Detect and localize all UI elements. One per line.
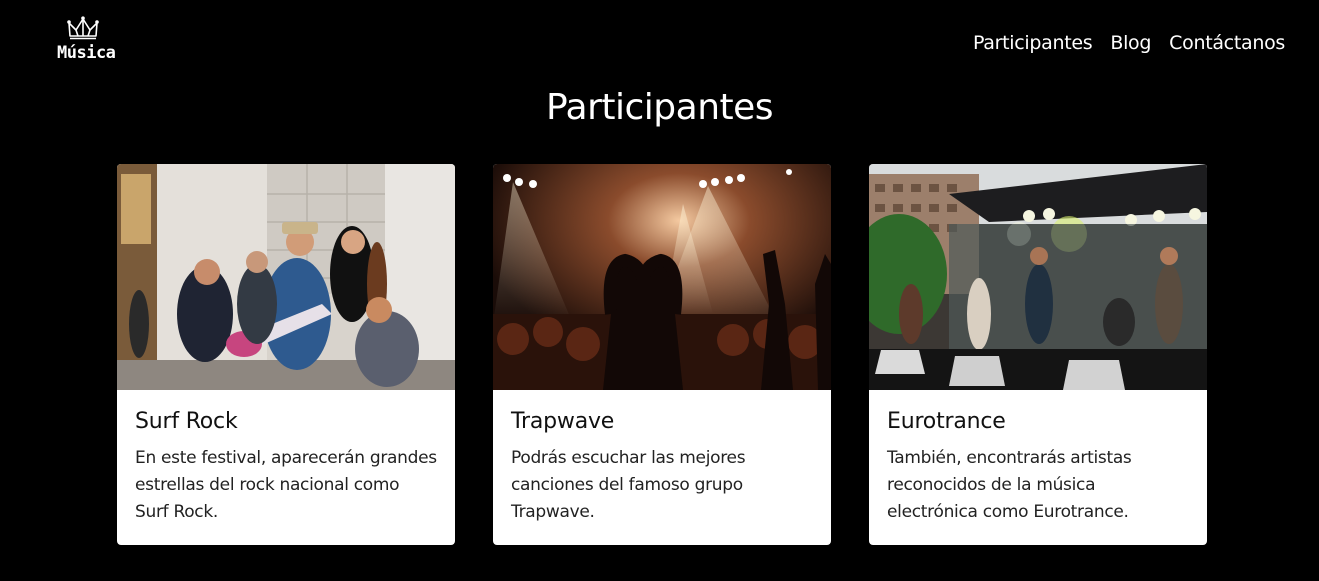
crown-icon [67, 16, 99, 40]
concert-crowd-photo [493, 164, 831, 390]
nav-link-participantes[interactable]: Participantes [973, 31, 1093, 55]
navbar: Música Participantes Blog Contáctanos [0, 0, 1319, 86]
outdoor-stage-photo [869, 164, 1207, 390]
card-text: También, encontrarás artistas reconocido… [887, 448, 1132, 522]
card-body: Surf Rock En este festival, aparecerán g… [117, 390, 455, 526]
participant-card-eurotrance: Eurotrance También, encontrarás artistas… [869, 164, 1207, 545]
card-title: Eurotrance [887, 409, 1006, 434]
nav-link-blog[interactable]: Blog [1110, 31, 1151, 55]
nav-link-contactanos[interactable]: Contáctanos [1169, 31, 1285, 55]
card-text: En este festival, aparecerán grandes est… [135, 448, 437, 522]
card-body: Trapwave Podrás escuchar las mejores can… [493, 390, 831, 526]
participant-card-surf-rock: Surf Rock En este festival, aparecerán g… [117, 164, 455, 545]
card-body: Eurotrance También, encontrarás artistas… [869, 390, 1207, 526]
participant-card-trapwave: Trapwave Podrás escuchar las mejores can… [493, 164, 831, 545]
main-nav: Participantes Blog Contáctanos [973, 31, 1285, 55]
card-title: Surf Rock [135, 409, 238, 434]
street-band-photo [117, 164, 455, 390]
card-text: Podrás escuchar las mejores canciones de… [511, 448, 746, 522]
page-title: Participantes [545, 87, 774, 128]
participants-grid: Surf Rock En este festival, aparecerán g… [117, 164, 1208, 545]
logo-text: Música [57, 43, 116, 63]
card-title: Trapwave [511, 409, 615, 434]
logo[interactable]: Música [57, 16, 116, 70]
